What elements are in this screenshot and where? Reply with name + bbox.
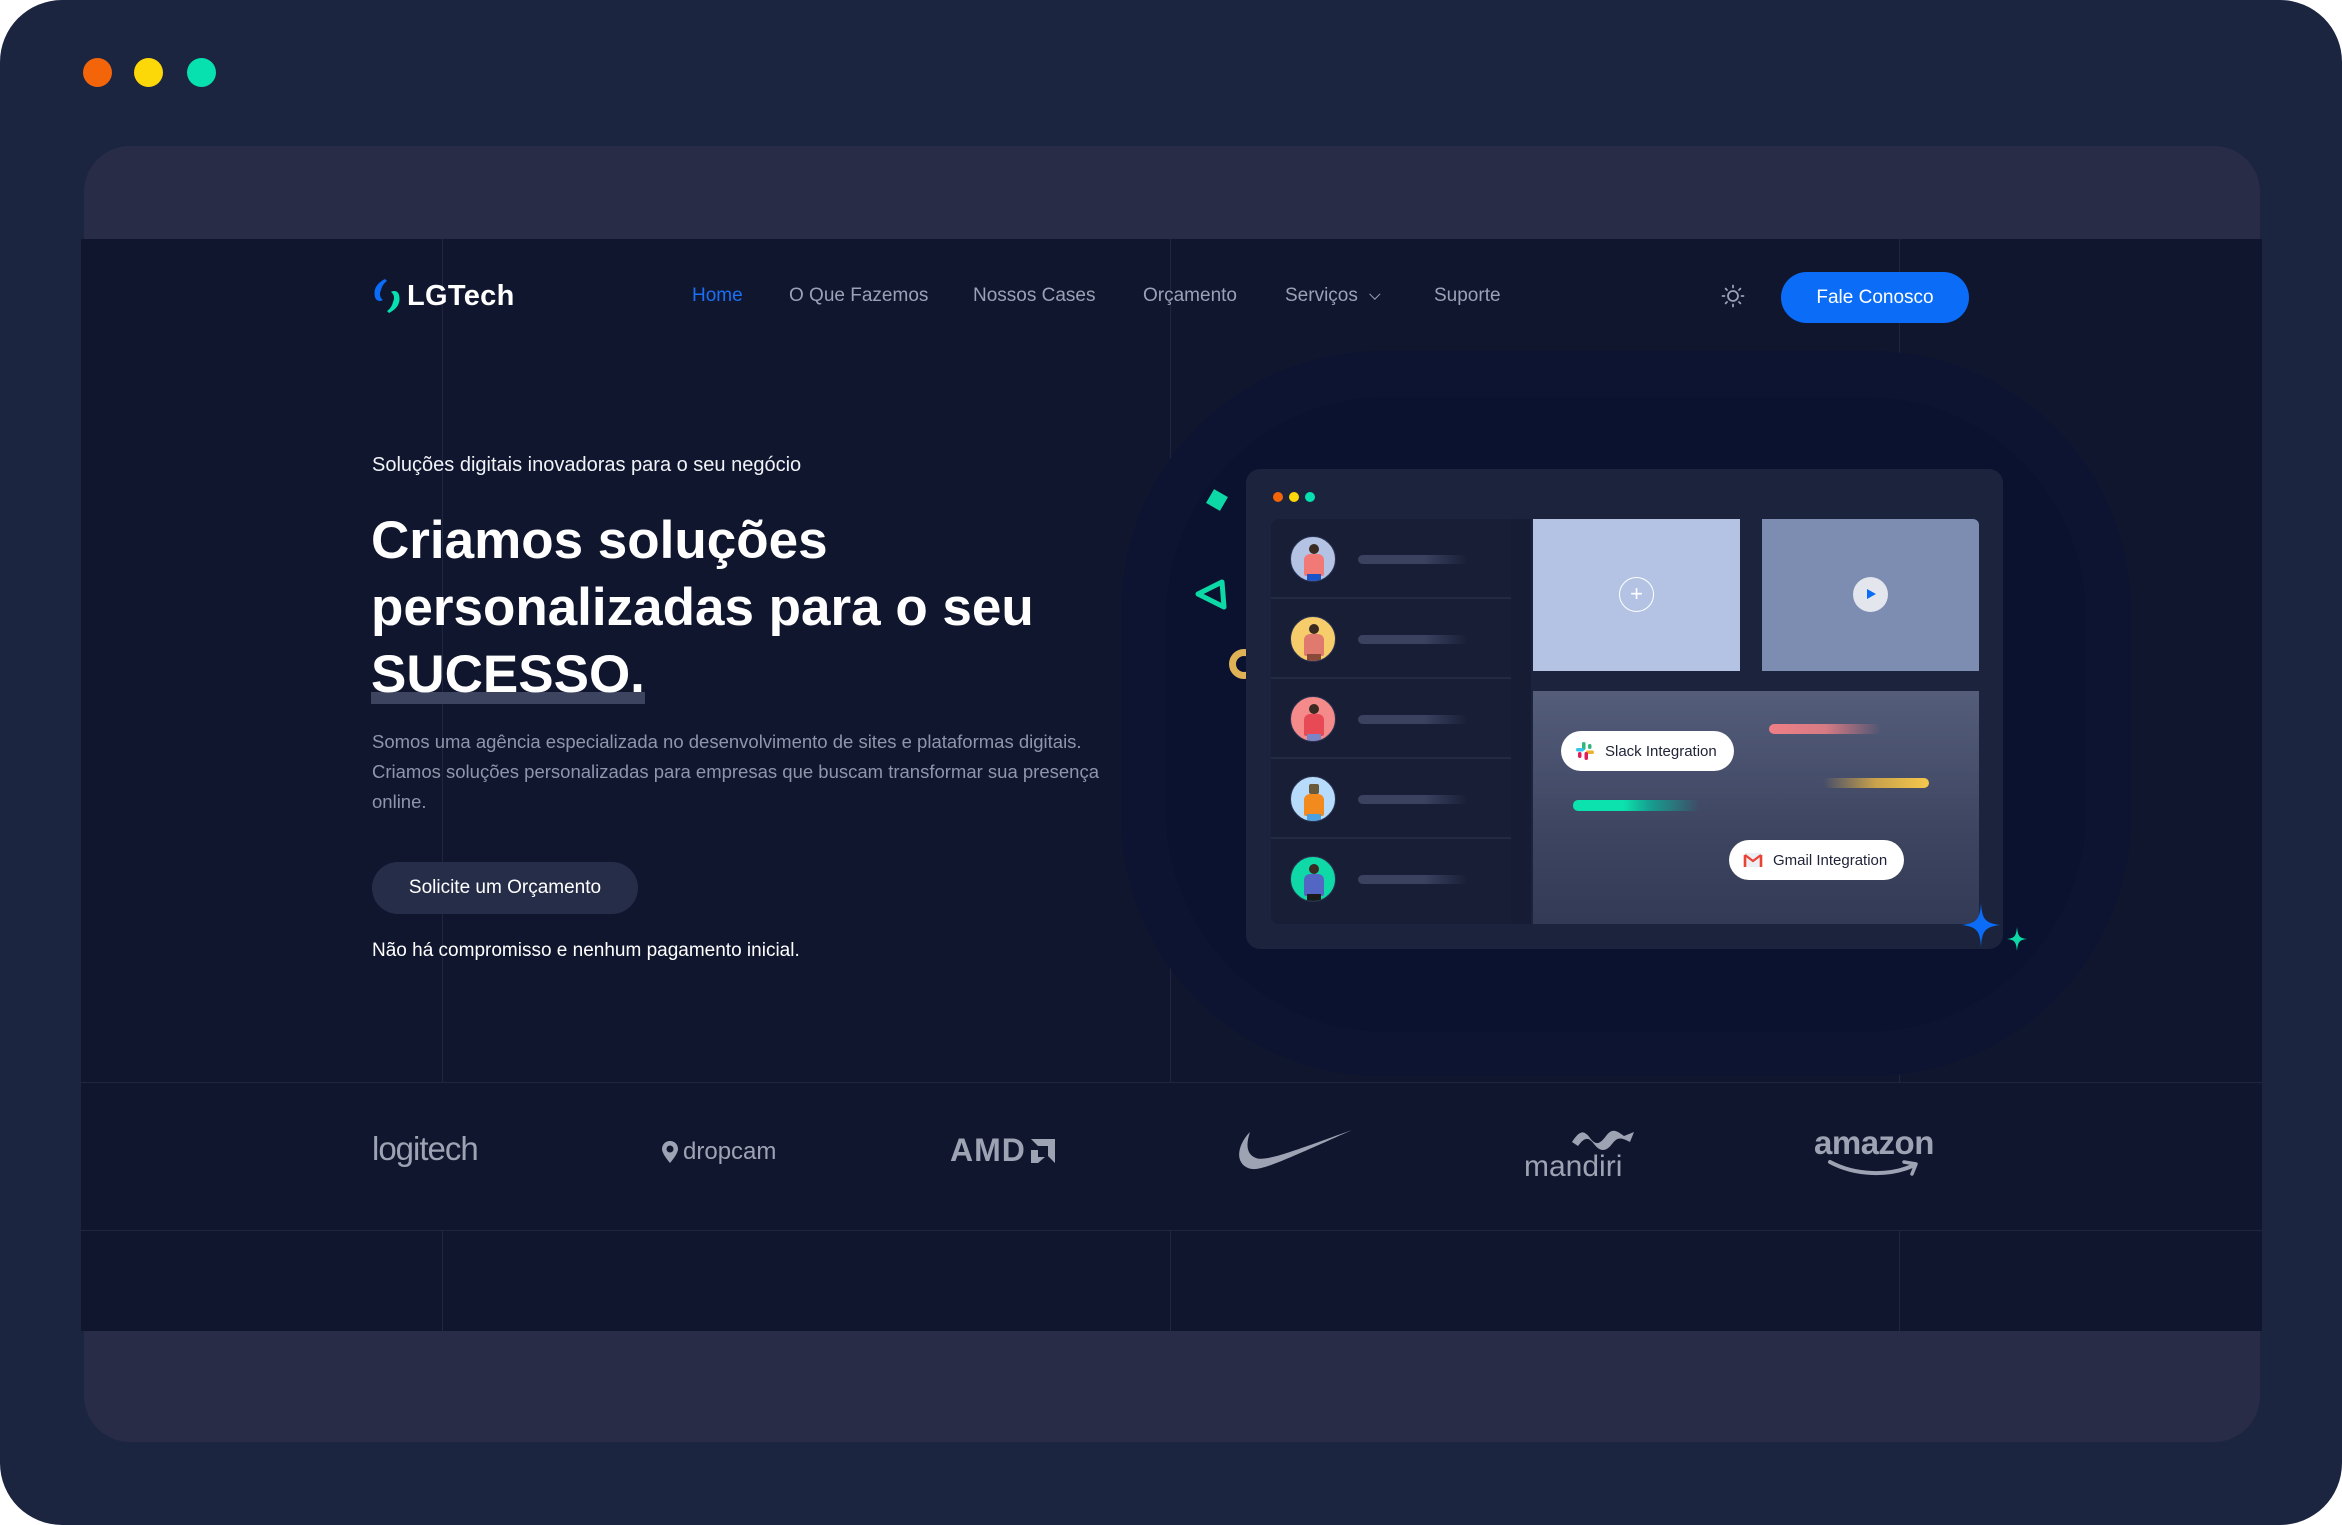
dropcam-logo-text: dropcam	[683, 1138, 777, 1165]
decorative-streak	[1573, 800, 1700, 811]
amazon-logo-text: amazon	[1814, 1124, 1934, 1161]
triangle-shape-icon	[1195, 579, 1227, 610]
sun-icon[interactable]	[1721, 284, 1745, 308]
placeholder-bar	[1358, 555, 1468, 564]
decorative-streak	[1823, 778, 1929, 788]
grid-line	[1170, 1230, 1171, 1331]
maximize-window-button[interactable]	[187, 58, 216, 87]
decorative-streak	[1769, 724, 1881, 734]
hero-note: Não há compromisso e nenhum pagamento in…	[372, 940, 800, 961]
minimize-window-button[interactable]	[134, 58, 163, 87]
fale-conosco-button[interactable]: Fale Conosco	[1781, 272, 1969, 323]
slack-integration-label: Slack Integration	[1605, 742, 1717, 760]
grid-line	[442, 1230, 443, 1331]
amazon-smile-icon	[1828, 1160, 1918, 1176]
mockup-tile-add: +	[1533, 519, 1740, 671]
headline-highlight: SUCESSO.	[371, 645, 645, 704]
hero-description: Somos uma agência especializada no desen…	[372, 731, 1099, 812]
hero-headline: Criamos soluções personalizadas para o s…	[371, 507, 1131, 708]
slack-integration-pill: Slack Integration	[1561, 731, 1734, 771]
logo-icon	[374, 279, 400, 313]
mockup-dot	[1289, 492, 1299, 502]
app-mockup: + Slack Integration Gmail Integration	[1246, 469, 2003, 949]
nav-home[interactable]: Home	[692, 285, 743, 307]
client-logos-row: logitech dropcam AMD mandiri amazon	[81, 1082, 2262, 1230]
nav-o-que-fazemos[interactable]: O Que Fazemos	[789, 285, 928, 307]
mandiri-logo-text: mandiri	[1524, 1150, 1622, 1180]
amd-arrow-icon	[1030, 1138, 1055, 1163]
avatar	[1290, 696, 1336, 742]
logitech-logo: logitech	[372, 1130, 479, 1167]
grid-line	[1899, 1230, 1900, 1331]
placeholder-bar	[1358, 635, 1468, 644]
amd-logo: AMD	[950, 1132, 1057, 1169]
mockup-tile-video	[1762, 519, 1979, 671]
nav-suporte[interactable]: Suporte	[1434, 285, 1501, 307]
sparkle-icon	[1962, 903, 2000, 947]
logo-text: LGTech	[407, 279, 515, 312]
avatar	[1290, 856, 1336, 902]
avatar	[1290, 616, 1336, 662]
mockup-integrations-panel: Slack Integration Gmail Integration	[1533, 691, 1979, 924]
map-pin-icon	[662, 1141, 678, 1163]
amazon-logo: amazon	[1814, 1124, 1934, 1176]
mockup-user-list	[1271, 519, 1511, 924]
slack-icon	[1576, 742, 1594, 760]
avatar	[1290, 776, 1336, 822]
amd-logo-text: AMD	[950, 1132, 1026, 1168]
logo[interactable]: LGTech	[371, 277, 515, 315]
mockup-divider	[1511, 519, 1531, 924]
hero-kicker: Soluções digitais inovadoras para o seu …	[372, 454, 802, 476]
list-item	[1271, 679, 1511, 759]
plus-icon[interactable]: +	[1619, 577, 1654, 612]
dropcam-logo: dropcam	[661, 1138, 776, 1166]
nav-servicos-label: Serviços	[1285, 285, 1358, 306]
gmail-icon	[1743, 853, 1763, 867]
mockup-dot	[1305, 492, 1315, 502]
window-frame: LGTech Home O Que Fazemos Nossos Cases O…	[0, 0, 2342, 1525]
landing-page: LGTech Home O Que Fazemos Nossos Cases O…	[81, 239, 2262, 1331]
play-icon[interactable]	[1853, 577, 1888, 612]
sparkle-icon	[2007, 927, 2027, 951]
list-item	[1271, 759, 1511, 839]
nav-servicos[interactable]: Serviços	[1285, 285, 1381, 307]
mandiri-wave-icon: mandiri	[1524, 1130, 1634, 1183]
nav-nossos-cases[interactable]: Nossos Cases	[973, 285, 1096, 307]
nav-orcamento[interactable]: Orçamento	[1143, 285, 1237, 307]
mandiri-logo: mandiri	[1524, 1124, 1644, 1185]
headline-text: Criamos soluções personalizadas para o s…	[371, 511, 1034, 637]
placeholder-bar	[1358, 875, 1468, 884]
placeholder-bar	[1358, 715, 1468, 724]
grid-line	[81, 1230, 2262, 1231]
chevron-down-icon	[1369, 288, 1381, 300]
list-item	[1271, 599, 1511, 679]
request-quote-button[interactable]: Solicite um Orçamento	[372, 862, 638, 914]
placeholder-bar	[1358, 795, 1468, 804]
mockup-dot	[1273, 492, 1283, 502]
gmail-integration-label: Gmail Integration	[1773, 851, 1888, 869]
list-item	[1271, 839, 1511, 919]
nike-logo	[1239, 1130, 1352, 1170]
list-item	[1271, 519, 1511, 599]
close-window-button[interactable]	[83, 58, 112, 87]
avatar	[1290, 536, 1336, 582]
gmail-integration-pill: Gmail Integration	[1729, 840, 1905, 880]
